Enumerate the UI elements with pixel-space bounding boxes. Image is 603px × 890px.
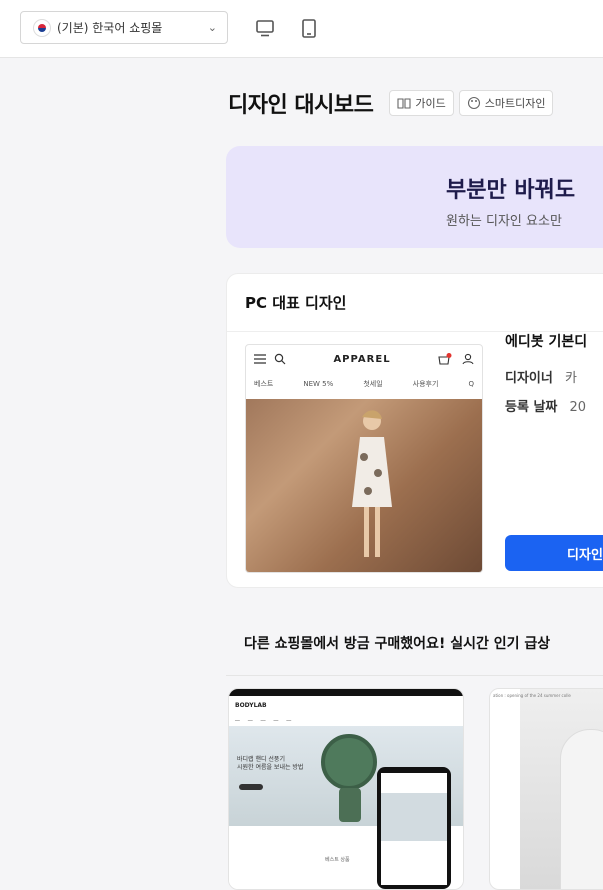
pc-design-card: PC 대표 디자인 APPAREL 베스트 NEW 5% 첫세일 사용후기 Q … xyxy=(226,273,603,588)
fan-stand xyxy=(339,788,361,822)
guide-label: 가이드 xyxy=(415,97,446,110)
preview-menu: 베스트 NEW 5% 첫세일 사용후기 Q xyxy=(246,373,482,395)
thumb-hero-line: 시원한 여름을 보내는 방법 xyxy=(237,764,304,771)
card-title: PC 대표 디자인 xyxy=(227,274,603,332)
guide-button[interactable]: 가이드 xyxy=(389,90,454,116)
preview-photo xyxy=(246,399,482,572)
design-edit-button[interactable]: 디자인 xyxy=(505,535,603,571)
popular-design-card[interactable]: ation : opening of the 24 summer colle xyxy=(489,688,603,890)
cart-icon xyxy=(438,353,452,365)
desktop-view-button[interactable] xyxy=(254,17,276,39)
thumb-hero-line: 바디랩 핸디 선풍기 xyxy=(237,756,285,763)
smart-design-label: 스마트디자인 xyxy=(484,97,546,110)
fan-icon xyxy=(321,734,377,790)
thumb-topbar xyxy=(229,689,463,696)
mobile-icon xyxy=(302,19,316,38)
model-figure-icon xyxy=(560,729,603,889)
preview-menu-item: 베스트 xyxy=(254,380,274,388)
mall-select[interactable]: (기본) 한국어 쇼핑몰 ⌄ xyxy=(20,11,228,44)
thumb-logo: BODYLAB xyxy=(235,701,267,709)
user-icon xyxy=(462,353,474,365)
preview-menu-item: Q xyxy=(468,380,474,388)
preview-menu-item: 사용후기 xyxy=(412,380,439,388)
thumb-hero-text: 바디랩 핸디 선풍기 시원한 여름을 보내는 방법 xyxy=(237,756,303,772)
divider xyxy=(226,675,603,676)
menu-icon xyxy=(254,354,266,364)
thumb-caption: ation : opening of the 24 summer colle xyxy=(493,693,571,698)
desktop-icon xyxy=(256,20,274,37)
title-row: 디자인 대시보드 가이드 스마트디자인 xyxy=(228,86,558,120)
preview-menu-item: 첫세일 xyxy=(363,380,383,388)
korea-flag-icon xyxy=(33,18,51,37)
chevron-down-icon: ⌄ xyxy=(207,21,217,34)
thumb-photo xyxy=(520,689,603,889)
banner-subtitle: 원하는 디자인 요소만 xyxy=(446,214,562,229)
thumb-hero-button xyxy=(239,784,263,790)
phone-hero xyxy=(381,793,447,841)
smart-design-button[interactable]: 스마트디자인 xyxy=(458,90,554,116)
design-preview[interactable]: APPAREL 베스트 NEW 5% 첫세일 사용후기 Q xyxy=(245,344,483,573)
banner-title: 부분만 바꿔도 xyxy=(446,178,576,203)
date-value: 20 xyxy=(569,400,587,415)
preview-nav: APPAREL xyxy=(246,345,482,373)
page-title: 디자인 대시보드 xyxy=(228,93,374,118)
designer-value: 카 xyxy=(564,371,577,386)
phone-screen xyxy=(381,773,447,885)
mobile-view-button[interactable] xyxy=(298,17,320,39)
preview-logo: APPAREL xyxy=(333,353,391,365)
designer-row: 디자이너 카 xyxy=(505,367,587,386)
design-info: 에디봇 기본디 디자이너 카 등록 날짜 20 xyxy=(505,331,587,425)
date-label: 등록 날짜 xyxy=(505,400,558,415)
mall-select-label: (기본) 한국어 쇼핑몰 xyxy=(57,21,163,35)
palette-icon xyxy=(467,96,480,110)
thumb-section-title: 베스트 상품 xyxy=(325,857,350,863)
thumb-header: BODYLAB xyxy=(229,696,463,714)
design-name: 에디봇 기본디 xyxy=(505,334,588,350)
date-row: 등록 날짜 20 xyxy=(505,396,587,415)
preview-menu-item: NEW 5% xyxy=(303,380,334,388)
thumb-nav: ━━ ━━ ━━ ━━ ━━ xyxy=(235,717,292,723)
search-icon xyxy=(274,353,286,365)
designer-label: 디자이너 xyxy=(505,371,553,386)
top-bar: (기본) 한국어 쇼핑몰 ⌄ xyxy=(0,0,603,58)
phone-mockup xyxy=(377,767,451,889)
book-icon xyxy=(397,98,411,109)
model-figure-icon xyxy=(352,410,392,557)
popular-design-card[interactable]: BODYLAB ━━ ━━ ━━ ━━ ━━ 바디랩 핸디 선풍기 시원한 여름을 보내… xyxy=(228,688,464,890)
popular-section-title: 다른 쇼핑몰에서 방금 구매했어요! 실시간 인기 급상 xyxy=(244,636,551,652)
promo-banner[interactable]: 부분만 바꿔도 원하는 디자인 요소만 xyxy=(226,146,603,248)
